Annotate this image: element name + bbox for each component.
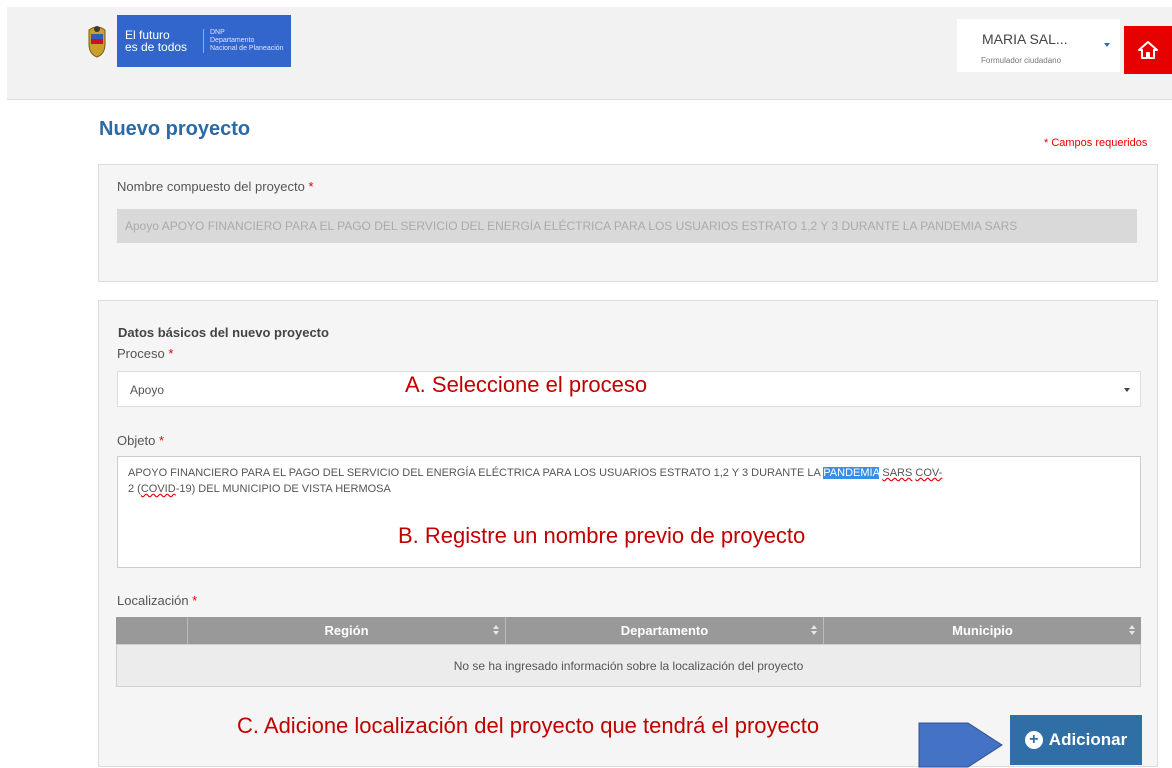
chevron-down-icon	[1124, 388, 1130, 392]
annotation-c: C. Adicione localización del proyecto qu…	[237, 713, 820, 738]
localizacion-table-header: Región Departamento Municipio	[116, 617, 1141, 644]
add-location-button[interactable]: + Adicionar	[1010, 715, 1142, 765]
selected-text: PANDEMIA	[823, 467, 880, 479]
column-header-departamento[interactable]: Departamento	[506, 617, 824, 644]
logo-org-2: Departamento	[210, 37, 255, 44]
nombre-compuesto-field: Apoyo APOYO FINANCIERO PARA EL PAGO DEL …	[117, 209, 1137, 243]
user-name: MARIA SAL...	[982, 31, 1068, 47]
spellcheck-word: COV-	[915, 467, 943, 479]
sort-icon	[1129, 625, 1135, 635]
nombre-panel: Nombre compuesto del proyecto * Apoyo AP…	[98, 164, 1158, 282]
required-mark: *	[308, 179, 314, 194]
coat-of-arms-icon	[88, 26, 106, 58]
annotation-b: B. Registre un nombre previo de proyecto	[398, 523, 806, 548]
logo-org-1: DNP	[210, 29, 225, 36]
logo-box: El futuro es de todos DNP Departamento N…	[117, 15, 291, 67]
column-header-blank	[116, 617, 188, 644]
objeto-label: Objeto *	[117, 433, 164, 448]
proceso-label: Proceso *	[117, 346, 174, 361]
logo-org-3: Nacional de Planeación	[210, 45, 284, 52]
objeto-text: APOYO FINANCIERO PARA EL PAGO DEL SERVIC…	[128, 467, 943, 495]
arrow-right-icon	[918, 722, 1003, 768]
home-icon	[1138, 41, 1158, 59]
nombre-label: Nombre compuesto del proyecto *	[117, 179, 314, 194]
proceso-value: Apoyo	[130, 383, 165, 397]
page-title: Nuevo proyecto	[99, 118, 251, 140]
sort-icon	[811, 625, 817, 635]
objeto-textarea[interactable]: APOYO FINANCIERO PARA EL PAGO DEL SERVIC…	[117, 456, 1141, 568]
spellcheck-word: SARS	[882, 467, 913, 479]
section-title: Datos básicos del nuevo proyecto	[118, 325, 329, 340]
add-button-label: Adicionar	[1048, 730, 1128, 749]
table-empty-message: No se ha ingresado información sobre la …	[116, 644, 1141, 687]
localizacion-label: Localización *	[117, 593, 198, 608]
chevron-down-icon[interactable]	[1104, 43, 1110, 47]
plus-circle-icon: +	[1024, 731, 1043, 749]
user-menu[interactable]: MARIA SAL... Formulador ciudadano	[957, 19, 1120, 72]
column-header-region[interactable]: Región	[188, 617, 506, 644]
gov-logo[interactable]: El futuro es de todos DNP Departamento N…	[85, 15, 291, 67]
sort-icon	[493, 625, 499, 635]
logo-line-2: es de todos	[125, 40, 188, 54]
required-fields-note: * Campos requeridos	[1044, 137, 1148, 149]
spellcheck-word: COVID	[140, 483, 176, 495]
user-role: Formulador ciudadano	[981, 56, 1062, 65]
annotation-a: A. Seleccione el proceso	[405, 372, 648, 397]
column-header-municipio[interactable]: Municipio	[824, 617, 1141, 644]
home-button[interactable]	[1124, 26, 1172, 74]
